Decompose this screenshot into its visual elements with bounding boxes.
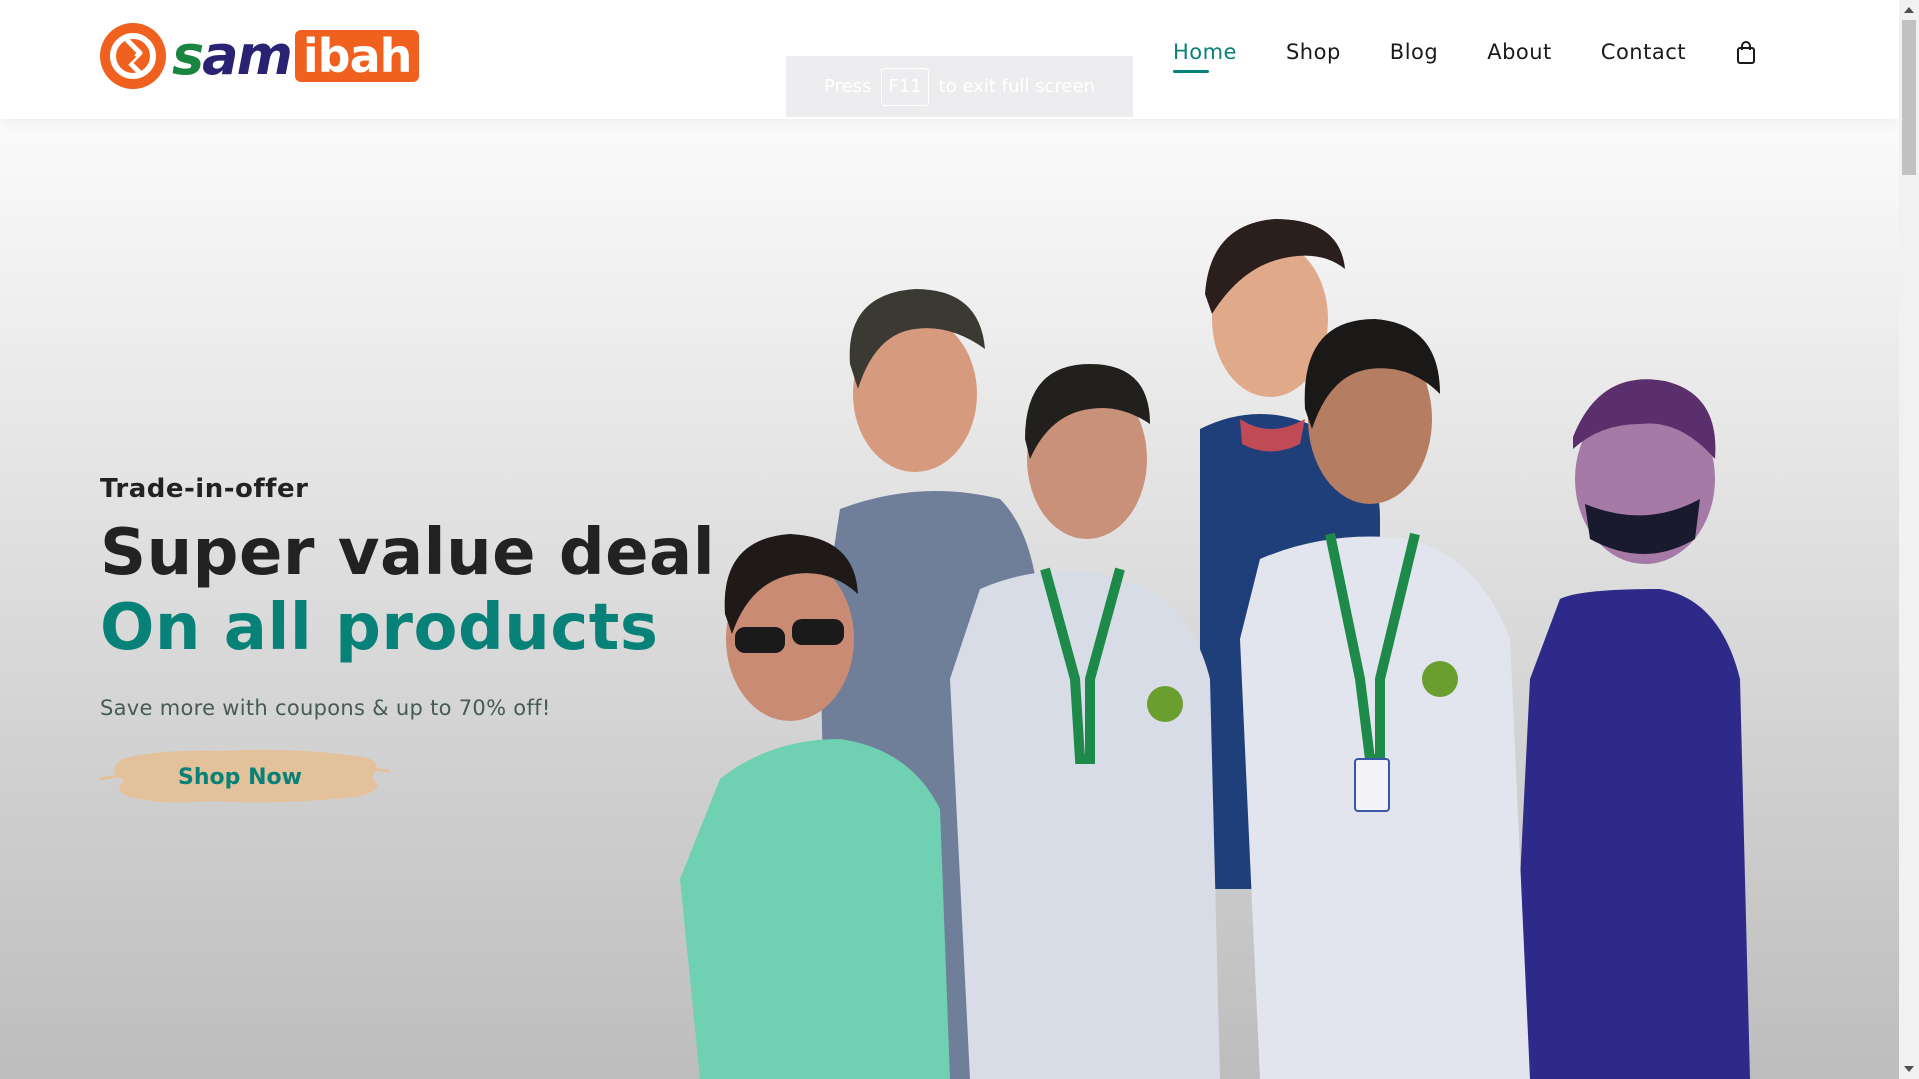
hero-title: Super value deal bbox=[100, 516, 716, 590]
logo-wordmark: s am ibah bbox=[172, 24, 420, 87]
page: s am ibah Press F11 to exit full screen … bbox=[0, 0, 1919, 1079]
logo-part-am: am bbox=[202, 24, 293, 87]
person-center-uniform-figure bbox=[950, 364, 1220, 1079]
nav-home[interactable]: Home bbox=[1172, 40, 1237, 73]
shop-now-button[interactable]: Shop Now bbox=[100, 739, 390, 815]
logo-mark-icon bbox=[100, 23, 166, 89]
shopping-bag-icon[interactable] bbox=[1735, 41, 1757, 65]
scroll-up-arrow-icon[interactable] bbox=[1904, 7, 1914, 13]
group-photo-image bbox=[680, 119, 1770, 1079]
nav-shop[interactable]: Shop bbox=[1286, 40, 1341, 70]
hero-kicker: Trade-in-offer bbox=[100, 474, 309, 504]
logo-part-ibah: ibah bbox=[294, 30, 420, 82]
scroll-down-arrow-icon[interactable] bbox=[1904, 1066, 1914, 1072]
main-nav: Home Shop Blog About Contact bbox=[1124, 40, 1757, 73]
site-logo[interactable]: s am ibah bbox=[100, 22, 420, 90]
scrollbar-thumb[interactable] bbox=[1902, 20, 1916, 175]
hero-section: Trade-in-offer Super value deal On all p… bbox=[0, 119, 1899, 1079]
hero-subtitle: Save more with coupons & up to 70% off! bbox=[100, 696, 551, 720]
toast-suffix: to exit full screen bbox=[938, 76, 1095, 97]
hero-text-block: Trade-in-offer Super value deal On all p… bbox=[100, 474, 720, 720]
shop-now-label: Shop Now bbox=[178, 764, 302, 790]
toast-key: F11 bbox=[881, 67, 929, 106]
page-scrollbar[interactable] bbox=[1899, 0, 1919, 1079]
site-header: s am ibah Press F11 to exit full screen … bbox=[0, 0, 1899, 119]
person-right-figure bbox=[1510, 379, 1750, 1079]
hero-title-accent: On all products bbox=[100, 591, 659, 665]
toast-prefix: Press bbox=[824, 76, 872, 97]
nav-about[interactable]: About bbox=[1487, 40, 1552, 70]
nav-contact[interactable]: Contact bbox=[1601, 40, 1686, 70]
nav-blog[interactable]: Blog bbox=[1390, 40, 1438, 70]
fullscreen-exit-toast: Press F11 to exit full screen bbox=[786, 56, 1133, 117]
logo-part-s: s bbox=[172, 24, 204, 87]
